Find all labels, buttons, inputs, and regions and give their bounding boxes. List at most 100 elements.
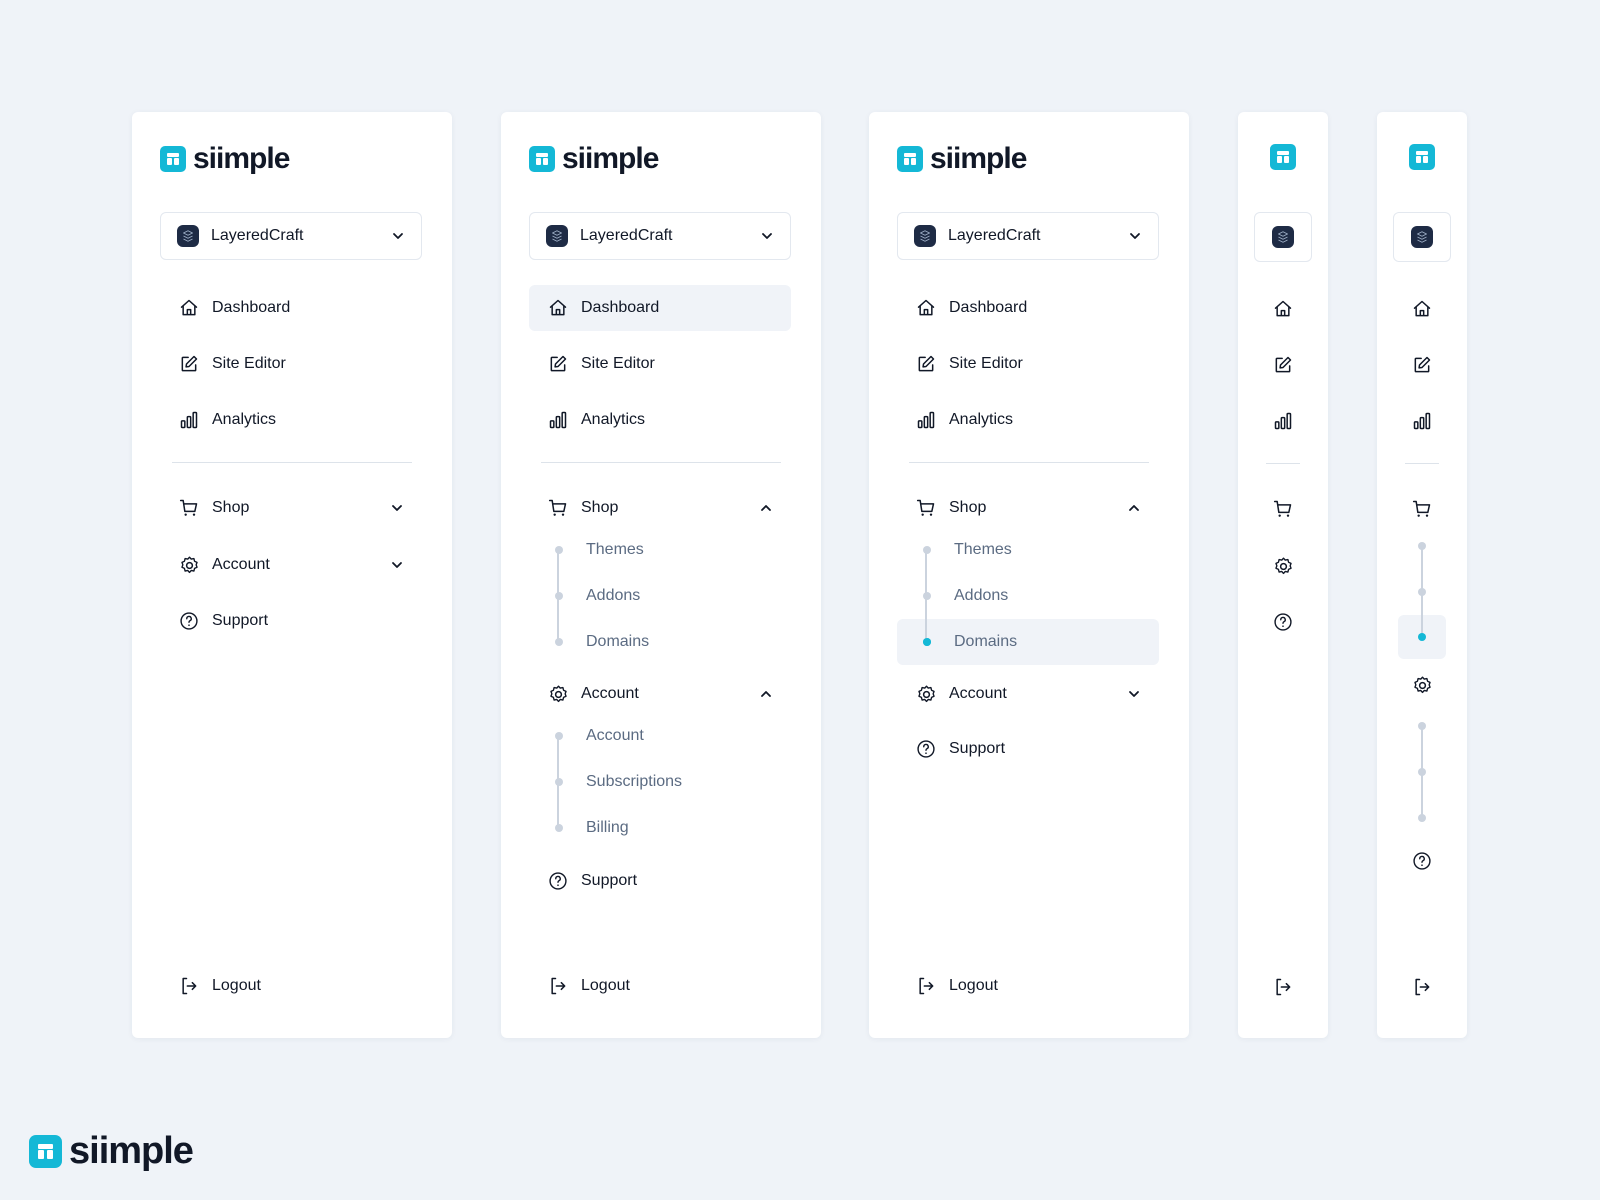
nav-support[interactable]: Support bbox=[160, 598, 422, 644]
nav-label: Logout bbox=[581, 977, 630, 994]
sub-item-domains[interactable]: Domains bbox=[897, 619, 1159, 665]
bar-chart-icon bbox=[178, 409, 200, 431]
divider bbox=[1266, 463, 1300, 464]
nav-shop[interactable]: Shop bbox=[160, 485, 422, 531]
logout-icon bbox=[915, 975, 937, 997]
workspace-avatar-icon bbox=[1272, 226, 1294, 248]
cart-icon bbox=[178, 497, 200, 519]
brand-name: siimple bbox=[69, 1130, 194, 1172]
sub-item-subscriptions[interactable] bbox=[1418, 768, 1426, 776]
nav-support[interactable]: Support bbox=[897, 726, 1159, 772]
logo-icon bbox=[1270, 144, 1296, 170]
workspace-switcher[interactable] bbox=[1254, 212, 1312, 262]
nav-analytics[interactable]: Analytics bbox=[160, 397, 422, 443]
nav-support[interactable]: Support bbox=[529, 858, 791, 904]
nav-dashboard[interactable]: Dashboard bbox=[529, 285, 791, 331]
workspace-name: LayeredCraft bbox=[211, 227, 304, 244]
sub-dot bbox=[923, 546, 931, 554]
nav-label: Site Editor bbox=[949, 355, 1023, 372]
nav-shop[interactable]: Shop bbox=[529, 485, 791, 531]
sub-item-domains[interactable] bbox=[1418, 633, 1426, 641]
sub-item-themes[interactable]: Themes bbox=[529, 527, 791, 573]
workspace-switcher[interactable]: LayeredCraft bbox=[160, 212, 422, 260]
gear-icon bbox=[178, 554, 200, 576]
sub-item-themes[interactable]: Themes bbox=[897, 527, 1159, 573]
logo-icon bbox=[529, 146, 555, 172]
sub-dot bbox=[555, 778, 563, 786]
nav-logout[interactable]: Logout bbox=[529, 963, 791, 1009]
cart-icon[interactable] bbox=[1272, 498, 1294, 520]
nav-analytics[interactable]: Analytics bbox=[529, 397, 791, 443]
nav-label: Site Editor bbox=[581, 355, 655, 372]
nav-logout[interactable]: Logout bbox=[897, 963, 1159, 1009]
sub-item-domains[interactable]: Domains bbox=[529, 619, 791, 665]
home-icon bbox=[178, 297, 200, 319]
chevron-up-icon bbox=[759, 687, 773, 701]
nav-site-editor[interactable]: Site Editor bbox=[529, 341, 791, 387]
sidebar-collapsed-groups: siimple LayeredCraft Dashboard Site Edit… bbox=[132, 112, 452, 1038]
cart-icon[interactable] bbox=[1411, 498, 1433, 520]
home-icon[interactable] bbox=[1272, 298, 1294, 320]
nav-label: Analytics bbox=[581, 411, 646, 428]
chevron-down-icon bbox=[390, 501, 404, 515]
gear-icon[interactable] bbox=[1411, 674, 1433, 696]
nav-label: Account bbox=[212, 556, 270, 573]
home-icon bbox=[547, 297, 569, 319]
nav-account[interactable]: Account bbox=[897, 671, 1159, 717]
sub-item-billing[interactable] bbox=[1418, 814, 1426, 822]
sub-dot bbox=[555, 546, 563, 554]
sub-label: Themes bbox=[586, 541, 644, 558]
workspace-name: LayeredCraft bbox=[580, 227, 673, 244]
sub-label: Addons bbox=[954, 587, 1009, 604]
edit-icon bbox=[547, 353, 569, 375]
nav-dashboard[interactable]: Dashboard bbox=[897, 285, 1159, 331]
edit-icon[interactable] bbox=[1411, 354, 1433, 376]
sidebar-icon-only bbox=[1238, 112, 1328, 1038]
edit-icon bbox=[178, 353, 200, 375]
nav-site-editor[interactable]: Site Editor bbox=[897, 341, 1159, 387]
logout-icon[interactable] bbox=[1272, 976, 1294, 998]
gear-icon bbox=[547, 683, 569, 705]
home-icon bbox=[915, 297, 937, 319]
nav-label: Dashboard bbox=[212, 299, 291, 316]
nav-shop[interactable]: Shop bbox=[897, 485, 1159, 531]
brand-name: siimple bbox=[193, 142, 290, 175]
sub-item-addons[interactable]: Addons bbox=[529, 573, 791, 619]
gear-icon[interactable] bbox=[1272, 555, 1294, 577]
brand-logo: siimple bbox=[529, 144, 659, 174]
workspace-avatar-icon bbox=[914, 225, 936, 247]
sub-item-account[interactable] bbox=[1418, 722, 1426, 730]
help-icon[interactable] bbox=[1272, 611, 1294, 633]
nav-label: Logout bbox=[212, 977, 261, 994]
workspace-switcher[interactable]: LayeredCraft bbox=[529, 212, 791, 260]
nav-logout[interactable]: Logout bbox=[160, 963, 422, 1009]
bar-chart-icon[interactable] bbox=[1411, 410, 1433, 432]
sub-item-addons[interactable] bbox=[1418, 588, 1426, 596]
sub-item-addons[interactable]: Addons bbox=[897, 573, 1159, 619]
workspace-switcher[interactable] bbox=[1393, 212, 1451, 262]
nav-site-editor[interactable]: Site Editor bbox=[160, 341, 422, 387]
sub-item-billing[interactable]: Billing bbox=[529, 805, 791, 851]
nav-label: Account bbox=[949, 685, 1007, 702]
nav-dashboard[interactable]: Dashboard bbox=[160, 285, 422, 331]
chevron-up-icon bbox=[759, 501, 773, 515]
sub-label: Themes bbox=[954, 541, 1012, 558]
nav-account[interactable]: Account bbox=[529, 671, 791, 717]
help-icon[interactable] bbox=[1411, 850, 1433, 872]
sub-item-subscriptions[interactable]: Subscriptions bbox=[529, 759, 791, 805]
gear-icon bbox=[915, 683, 937, 705]
sub-item-themes[interactable] bbox=[1418, 542, 1426, 550]
nav-analytics[interactable]: Analytics bbox=[897, 397, 1159, 443]
home-icon[interactable] bbox=[1411, 298, 1433, 320]
nav-account[interactable]: Account bbox=[160, 542, 422, 588]
edit-icon[interactable] bbox=[1272, 354, 1294, 376]
divider bbox=[541, 462, 781, 463]
chevron-down-icon bbox=[760, 229, 774, 243]
nav-label: Support bbox=[581, 872, 638, 889]
workspace-switcher[interactable]: LayeredCraft bbox=[897, 212, 1159, 260]
workspace-avatar-icon bbox=[1411, 226, 1433, 248]
bar-chart-icon[interactable] bbox=[1272, 410, 1294, 432]
logout-icon[interactable] bbox=[1411, 976, 1433, 998]
sub-item-account[interactable]: Account bbox=[529, 713, 791, 759]
help-icon bbox=[915, 738, 937, 760]
